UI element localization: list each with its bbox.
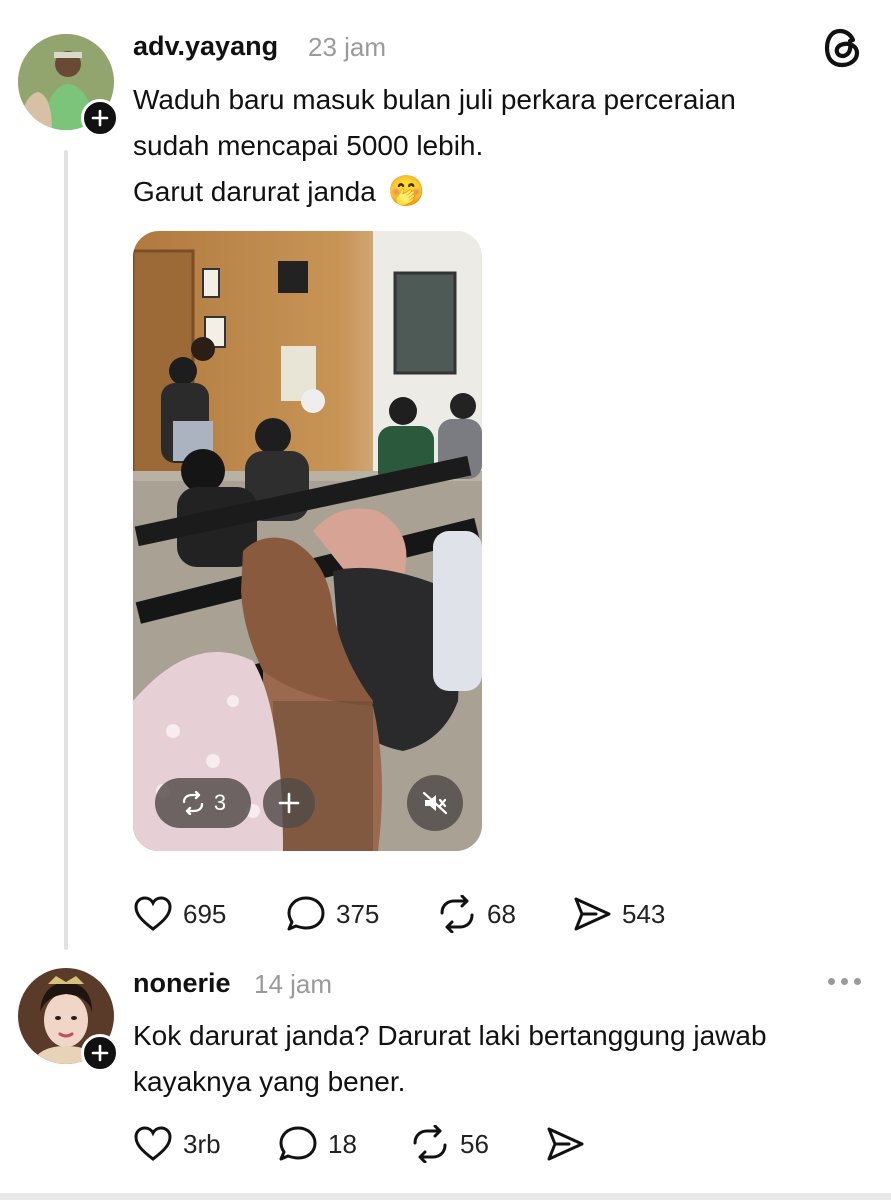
screen-bottom-edge [0,1193,891,1200]
media-repost-button[interactable]: 3 [155,778,251,828]
repost-icon [440,895,474,933]
repost-icon [182,791,204,815]
more-dots-icon[interactable] [828,978,861,985]
video-frame [133,231,482,851]
share-button[interactable]: 543 [572,895,665,933]
like-count: 695 [183,898,227,929]
media-add-button[interactable] [263,778,315,828]
reply-like-button[interactable]: 3rb [133,1125,221,1163]
speaker-muted-icon [422,791,448,815]
repost-icon [413,1125,447,1163]
send-icon [574,897,611,931]
repost-count: 68 [487,898,516,929]
thread-connector-line [64,150,68,950]
reply-share-button[interactable] [545,1125,585,1163]
threads-logo-icon[interactable] [823,26,863,70]
post-timestamp: 23 jam [308,32,387,62]
comment-bubble-icon [287,896,325,931]
plus-icon [91,109,109,127]
media-repost-count: 3 [213,790,227,815]
mute-toggle[interactable] [407,775,463,831]
send-icon [547,1127,584,1161]
post-text-line-1: Waduh baru masuk bulan juli perkara perc… [133,84,736,115]
comment-count: 375 [336,898,380,929]
reply-comment-count: 18 [328,1128,357,1159]
post-text-line-2: sudah mencapai 5000 lebih. [133,130,484,161]
reply-follow-button[interactable] [81,1034,119,1072]
post-video[interactable]: 3 [133,231,482,851]
comment-button[interactable]: 375 [286,895,379,933]
reply-like-count: 3rb [183,1128,221,1159]
reply-username[interactable]: nonerie [133,968,231,999]
hand-over-mouth-emoji: 🤭 [387,175,426,208]
reply-repost-button[interactable]: 56 [410,1125,489,1163]
reply-comment-button[interactable]: 18 [278,1125,357,1163]
repost-button[interactable]: 68 [437,895,516,933]
post-text-line-3-label: Garut darurat janda [133,176,376,207]
post-username[interactable]: adv.yayang [133,31,278,62]
heart-icon [134,1126,172,1161]
plus-icon [278,792,300,814]
comment-bubble-icon [279,1126,317,1161]
reply-text-line-1: Kok darurat janda? Darurat laki bertangg… [133,1020,767,1051]
follow-button[interactable] [81,99,119,137]
reply-repost-count: 56 [460,1128,489,1159]
plus-icon [91,1044,109,1062]
share-count: 543 [622,898,666,929]
heart-icon [134,896,172,931]
post-text-line-3: Garut darurat janda 🤭 [133,169,425,215]
like-button[interactable]: 695 [133,895,226,933]
reply-timestamp: 14 jam [254,969,333,999]
reply-text-line-2: kayaknya yang bener. [133,1066,406,1097]
